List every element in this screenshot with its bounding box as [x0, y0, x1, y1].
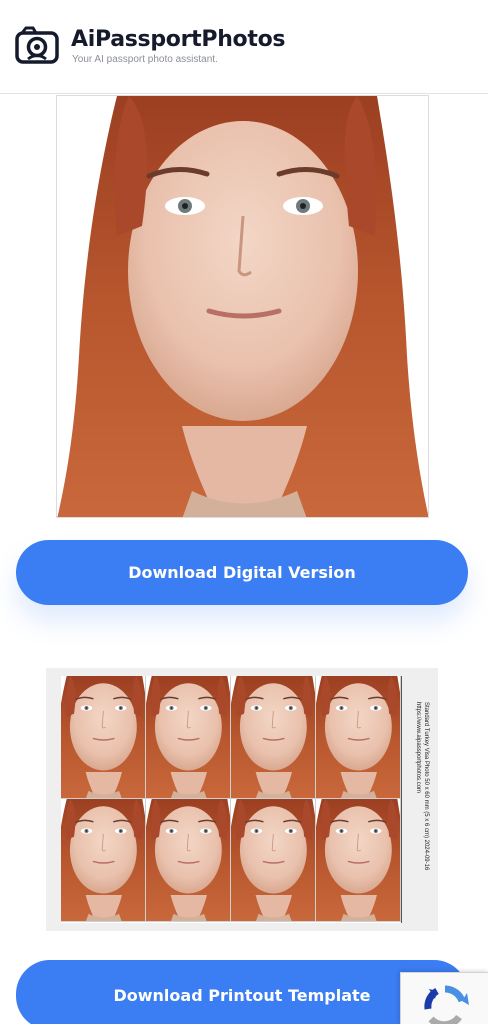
brand-name[interactable]: AiPassportPhotos [71, 27, 286, 52]
recaptcha-icon [424, 985, 469, 1024]
sheet-photo [61, 676, 146, 799]
sheet-caption-url: https://www.aipassportphotos.com [415, 702, 421, 794]
sheet-photo [61, 799, 146, 922]
sheet-photo [316, 799, 401, 922]
brand-tagline: Your AI passport photo assistant. [72, 54, 218, 65]
camera-icon[interactable] [15, 26, 59, 64]
sheet-photo [231, 676, 316, 799]
recaptcha-badge[interactable] [400, 972, 488, 1024]
download-digital-button[interactable]: Download Digital Version [16, 540, 468, 605]
sheet-caption: Standard Turkey Visa Photo 50 x 60 mm (5… [415, 702, 432, 912]
print-sheet [61, 676, 402, 923]
site-header: AiPassportPhotos Your AI passport photo … [0, 0, 488, 94]
sheet-photo [146, 676, 231, 799]
sheet-photo [231, 799, 316, 922]
sheet-photo [146, 799, 231, 922]
passport-photo-preview [56, 95, 429, 518]
portrait-image [57, 96, 429, 518]
sheet-caption-spec: Standard Turkey Visa Photo 50 x 60 mm (5… [423, 702, 429, 871]
sheet-photo [316, 676, 401, 799]
